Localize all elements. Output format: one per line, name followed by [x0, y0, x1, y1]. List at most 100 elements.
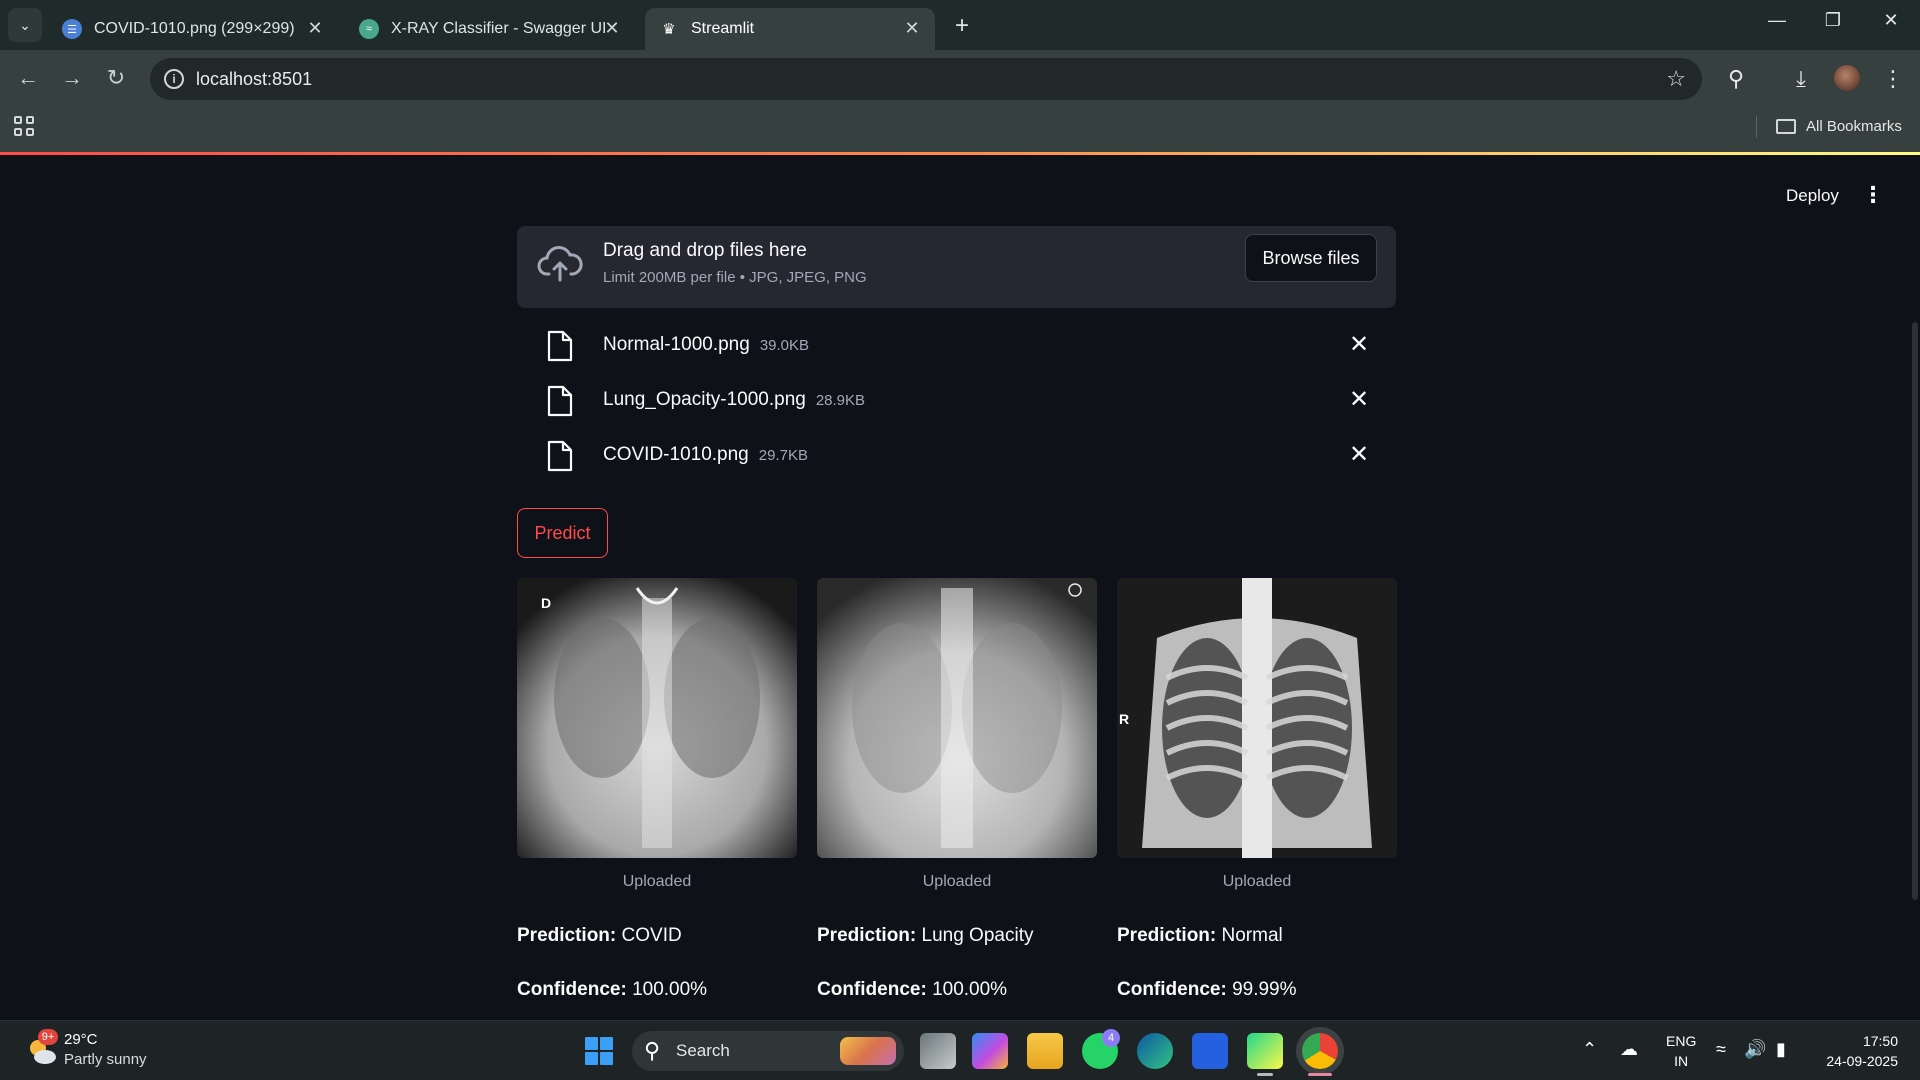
image-caption: Uploaded	[622, 873, 692, 890]
xray-marker: R	[1119, 711, 1129, 727]
result-column-normal: R Uploaded Prediction: Normal Confidence…	[1117, 578, 1397, 1001]
edge-icon[interactable]	[1137, 1033, 1173, 1069]
xray-image-covid: D	[517, 578, 797, 858]
confidence-text: Confidence: 100.00%	[517, 979, 797, 1001]
close-icon[interactable]: ✕	[601, 18, 623, 39]
address-bar[interactable]: i localhost:8501 ☆	[150, 58, 1702, 100]
profile-avatar[interactable]	[1834, 65, 1860, 91]
volume-icon[interactable]: 🔊	[1744, 1039, 1766, 1060]
file-size: 39.0KB	[759, 337, 810, 354]
main-menu-icon[interactable]: ⋮	[1862, 182, 1884, 208]
confidence-label: Confidence:	[517, 979, 627, 1000]
browser-tab-strip: ⌄ ☰ COVID-1010.png (299×299) ✕ ≈ X-RAY C…	[0, 0, 1920, 50]
tab-swagger[interactable]: ≈ X-RAY Classifier - Swagger UI ✕	[345, 8, 635, 50]
chevron-up-icon[interactable]: ⌃	[1582, 1039, 1597, 1060]
restore-icon[interactable]: ❐	[1818, 10, 1848, 31]
reload-icon[interactable]: ↻	[102, 64, 130, 92]
file-icon	[547, 330, 573, 362]
search-highlight-image	[840, 1037, 896, 1065]
task-view-icon[interactable]	[920, 1033, 956, 1069]
onedrive-cloud-icon[interactable]: ☁	[1620, 1039, 1638, 1060]
browse-files-button[interactable]: Browse files	[1245, 234, 1377, 282]
address-url[interactable]: localhost:8501	[196, 69, 312, 90]
taskbar-search[interactable]: ⚲ Search	[632, 1031, 904, 1071]
prediction-text: Prediction: COVID	[517, 925, 797, 947]
tab-search-chevron-icon[interactable]: ⌄	[8, 8, 42, 42]
prediction-value: COVID	[621, 925, 682, 946]
extensions-puzzle-icon[interactable]: ⚲	[1721, 64, 1751, 94]
browser-toolbar: ← → ↻ i localhost:8501 ☆ ⚲ ⤓ ⋮	[0, 50, 1920, 106]
search-label: Search	[676, 1041, 730, 1060]
forward-arrow-icon[interactable]: →	[58, 64, 86, 92]
upload-cloud-icon	[537, 246, 583, 282]
file-size: 28.9KB	[815, 392, 866, 409]
header-decoration	[0, 152, 1920, 155]
xray-image-normal: R	[1117, 578, 1397, 858]
uploaded-file-row: Lung_Opacity-1000.png 28.9KB ✕	[517, 379, 1396, 423]
prediction-label: Prediction:	[517, 925, 617, 946]
clock[interactable]: 17:50 24-09-2025	[1818, 1031, 1898, 1071]
prediction-label: Prediction:	[817, 925, 917, 946]
language-indicator[interactable]: ENG IN	[1666, 1031, 1696, 1071]
result-column-lung-opacity: Uploaded Prediction: Lung Opacity Confid…	[817, 578, 1097, 1001]
remove-file-icon[interactable]: ✕	[1349, 330, 1369, 359]
tab-covid-image[interactable]: ☰ COVID-1010.png (299×299) ✕	[48, 8, 338, 50]
streamlit-app: Deploy ⋮ Drag and drop files here Limit …	[0, 152, 1920, 1020]
new-tab-plus-icon[interactable]: +	[950, 12, 974, 40]
copilot-icon[interactable]	[972, 1033, 1008, 1069]
active-indicator	[1308, 1073, 1332, 1076]
image-viewer-icon: ☰	[62, 19, 82, 39]
vscode-icon[interactable]	[1192, 1033, 1228, 1069]
remove-file-icon[interactable]: ✕	[1349, 440, 1369, 469]
predict-button[interactable]: Predict	[517, 508, 608, 558]
window-close-icon[interactable]: ✕	[1876, 10, 1906, 31]
prediction-value: Normal	[1221, 925, 1283, 946]
weather-temperature: 29°C	[64, 1031, 98, 1048]
apps-grid-icon[interactable]	[14, 116, 34, 136]
file-dropzone[interactable]: Drag and drop files here Limit 200MB per…	[517, 226, 1396, 308]
file-name-text: Lung_Opacity-1000.png	[603, 389, 806, 410]
file-name: Lung_Opacity-1000.png 28.9KB	[603, 389, 865, 411]
battery-icon[interactable]: ▮	[1776, 1039, 1786, 1060]
confidence-value: 100.00%	[932, 979, 1008, 1000]
tab-title: Streamlit	[691, 20, 755, 37]
prediction-text: Prediction: Lung Opacity	[817, 925, 1097, 947]
wifi-icon[interactable]: ≈	[1716, 1039, 1726, 1060]
running-indicator	[1257, 1073, 1273, 1076]
clock-time: 17:50	[1862, 1033, 1898, 1049]
close-icon[interactable]: ✕	[304, 18, 326, 39]
windows-start-icon[interactable]	[585, 1037, 613, 1065]
pycharm-icon[interactable]	[1247, 1033, 1283, 1069]
prediction-label: Prediction:	[1117, 925, 1217, 946]
confidence-text: Confidence: 100.00%	[817, 979, 1097, 1001]
file-name-text: Normal-1000.png	[603, 334, 750, 355]
tab-title: X-RAY Classifier - Swagger UI	[391, 20, 607, 37]
download-icon[interactable]: ⤓	[1786, 64, 1816, 94]
language-code: ENG	[1666, 1033, 1697, 1049]
clock-date: 24-09-2025	[1826, 1053, 1898, 1069]
chrome-icon[interactable]	[1302, 1033, 1338, 1069]
minimize-icon[interactable]: —	[1762, 10, 1792, 31]
file-size: 29.7KB	[758, 447, 808, 464]
file-icon	[547, 385, 573, 417]
all-bookmarks-button[interactable]: All Bookmarks	[1776, 118, 1902, 135]
xray-marker: D	[541, 595, 551, 611]
swagger-icon: ≈	[359, 19, 379, 39]
file-explorer-icon[interactable]	[1027, 1033, 1063, 1069]
confidence-label: Confidence:	[817, 979, 927, 1000]
whatsapp-badge: 4	[1102, 1029, 1120, 1047]
scrollbar[interactable]	[1912, 322, 1918, 900]
browser-menu-icon[interactable]: ⋮	[1878, 64, 1908, 94]
back-arrow-icon[interactable]: ←	[14, 64, 42, 92]
file-name-text: COVID-1010.png	[603, 444, 749, 465]
file-name: Normal-1000.png 39.0KB	[603, 334, 809, 356]
remove-file-icon[interactable]: ✕	[1349, 385, 1369, 414]
tab-streamlit[interactable]: ♛ Streamlit ✕	[645, 8, 935, 50]
close-icon[interactable]: ✕	[901, 18, 923, 39]
deploy-button[interactable]: Deploy	[1786, 186, 1839, 206]
image-caption: Uploaded	[1222, 873, 1292, 890]
uploaded-file-row: COVID-1010.png 29.7KB ✕	[517, 434, 1396, 478]
result-column-covid: D Uploaded Prediction: COVID Confidence:…	[517, 578, 797, 1001]
site-info-icon[interactable]: i	[164, 69, 184, 89]
bookmark-star-icon[interactable]: ☆	[1666, 66, 1686, 92]
